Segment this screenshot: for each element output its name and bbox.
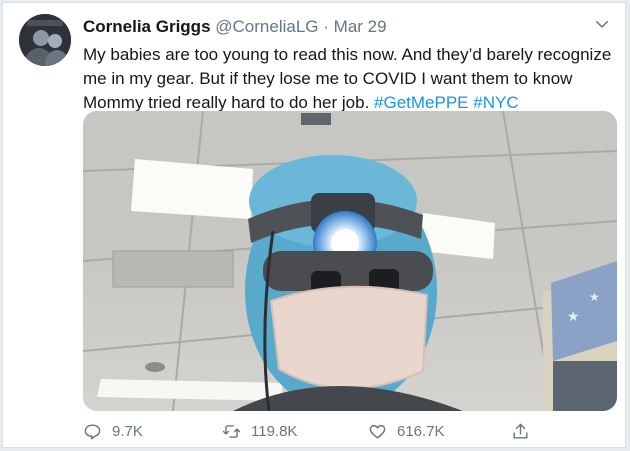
tweet-text: My babies are too young to read this now… (83, 43, 613, 115)
reply-icon (84, 423, 101, 439)
surgeon-photo: ★ ★ (83, 111, 617, 411)
hashtag-nyc[interactable]: #NYC (473, 93, 518, 112)
tweet-card[interactable]: Cornelia Griggs @CorneliaLG · Mar 29 My … (2, 2, 626, 448)
avatar[interactable] (19, 14, 71, 66)
retweet-icon (222, 424, 241, 438)
share-button[interactable] (511, 419, 540, 443)
reply-button[interactable]: 9.7K (83, 419, 143, 443)
like-button[interactable]: 616.7K (368, 419, 445, 443)
tweet-header: Cornelia Griggs @CorneliaLG · Mar 29 (83, 17, 387, 37)
display-name[interactable]: Cornelia Griggs (83, 17, 211, 36)
hashtag-getmeppe[interactable]: #GetMePPE (374, 93, 469, 112)
tweet-photo[interactable]: ★ ★ (83, 111, 617, 411)
svg-text:★: ★ (567, 309, 580, 325)
retweet-button[interactable]: 119.8K (222, 419, 297, 443)
reply-count: 9.7K (112, 422, 143, 440)
separator: · (323, 17, 329, 36)
tweet-date[interactable]: Mar 29 (334, 17, 387, 36)
chevron-down-icon[interactable] (593, 15, 611, 33)
handle[interactable]: @CorneliaLG (215, 17, 318, 36)
like-count: 616.7K (397, 422, 445, 440)
retweet-count: 119.8K (251, 422, 298, 440)
share-icon (513, 423, 528, 439)
svg-text:★: ★ (589, 290, 600, 304)
tweet-body: My babies are too young to read this now… (83, 45, 612, 112)
heart-icon (369, 424, 386, 439)
avatar-photo (19, 14, 71, 66)
tweet-actions: 9.7K 119.8K 616.7K (83, 419, 617, 443)
